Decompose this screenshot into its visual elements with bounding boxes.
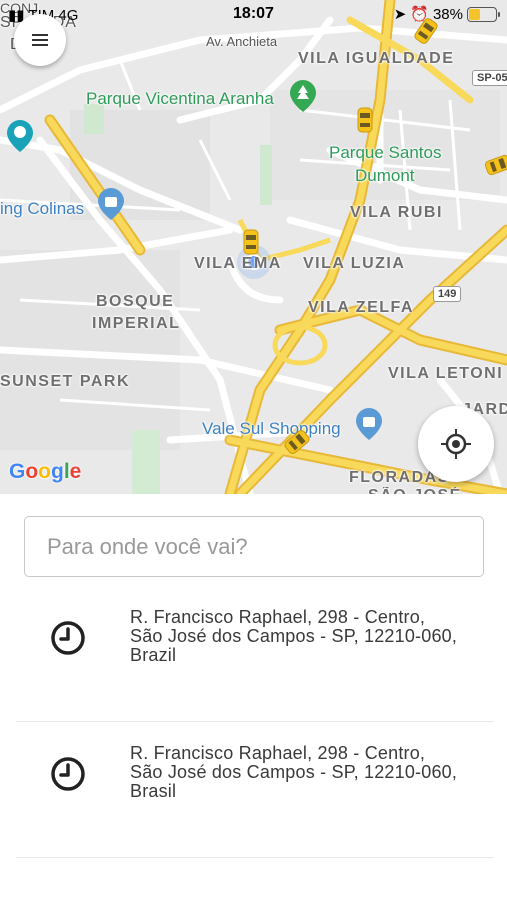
clock-icon <box>51 621 85 655</box>
address-line: Brasil <box>130 781 177 801</box>
address-line: São José dos Campos - SP, 12210-060, <box>130 626 458 646</box>
menu-button[interactable] <box>14 14 66 66</box>
map-view[interactable]: CONJ SP RADA D L Av. Anchieta VILA IGUAL… <box>0 0 507 494</box>
recent-place-address: R. Francisco Raphael, 298 - Centro, São … <box>130 608 480 665</box>
battery-level <box>469 8 480 20</box>
location-arrow-icon: ➤ <box>393 6 407 23</box>
battery-percent: 38% <box>432 5 463 23</box>
recent-place-address: R. Francisco Raphael, 298 - Centro, São … <box>130 744 480 801</box>
map-label-park: Parque Santos <box>329 143 442 162</box>
my-location-button[interactable] <box>418 406 494 482</box>
app-screen: CONJ SP RADA D L Av. Anchieta VILA IGUAL… <box>0 0 507 900</box>
map-label: IMPERIAL <box>92 315 181 332</box>
status-icons: ➤ ⏰ 38% <box>393 5 500 23</box>
recent-place-item[interactable]: R. Francisco Raphael, 298 - Centro, São … <box>16 722 493 858</box>
address-line: São José dos Campos - SP, 12210-060, <box>130 762 458 782</box>
clock-icon <box>51 757 85 791</box>
destination-search-input[interactable] <box>25 517 483 576</box>
recent-place-item[interactable]: R. Francisco Raphael, 298 - Centro, São … <box>16 586 493 722</box>
taxi-car-icon <box>357 107 373 133</box>
address-line: R. Francisco Raphael, 298 - Centro, <box>130 743 426 763</box>
route-shield: 149 <box>433 286 462 302</box>
map-label: BOSQUE <box>96 293 175 310</box>
map-label: SUNSET PARK <box>0 373 130 390</box>
map-label: Av. Anchieta <box>206 34 278 49</box>
map-label-poi: Vale Sul Shopping <box>202 419 341 438</box>
hospital-pin-icon[interactable] <box>7 120 33 152</box>
map-label-park: Parque Vicentina Aranha <box>86 89 274 108</box>
shopping-pin-icon[interactable] <box>356 408 382 440</box>
map-label-poi: ing Colinas <box>0 199 85 218</box>
map-label: VILA LUZIA <box>303 255 406 272</box>
status-bar: ▮▮ TIM 4G 18:07 ➤ ⏰ 38% <box>0 0 507 30</box>
hamburger-menu-icon <box>32 34 48 46</box>
park-pin-icon[interactable] <box>290 80 316 112</box>
alarm-icon: ⏰ <box>410 6 429 23</box>
destination-panel: R. Francisco Raphael, 298 - Centro, São … <box>0 494 507 900</box>
map-label: VILA ZELFA <box>308 299 414 316</box>
crosshair-locate-icon <box>441 429 471 459</box>
map-label: SÃO JOSÉ <box>368 487 462 494</box>
map-label: VILA EMA <box>194 255 282 272</box>
taxi-car-icon <box>243 229 259 255</box>
battery-icon <box>467 6 500 22</box>
route-shield: SP-05 <box>472 70 507 86</box>
address-line: Brazil <box>130 645 177 665</box>
shopping-pin-icon[interactable] <box>98 188 124 220</box>
map-label-park: Dumont <box>355 166 415 185</box>
address-line: R. Francisco Raphael, 298 - Centro, <box>130 607 426 627</box>
map-label: VILA RUBI <box>350 204 443 221</box>
google-logo: Google <box>9 460 82 483</box>
map-label: VILA LETONI <box>388 365 504 382</box>
map-label: VILA IGUALDADE <box>298 50 455 67</box>
destination-search[interactable] <box>24 516 484 577</box>
